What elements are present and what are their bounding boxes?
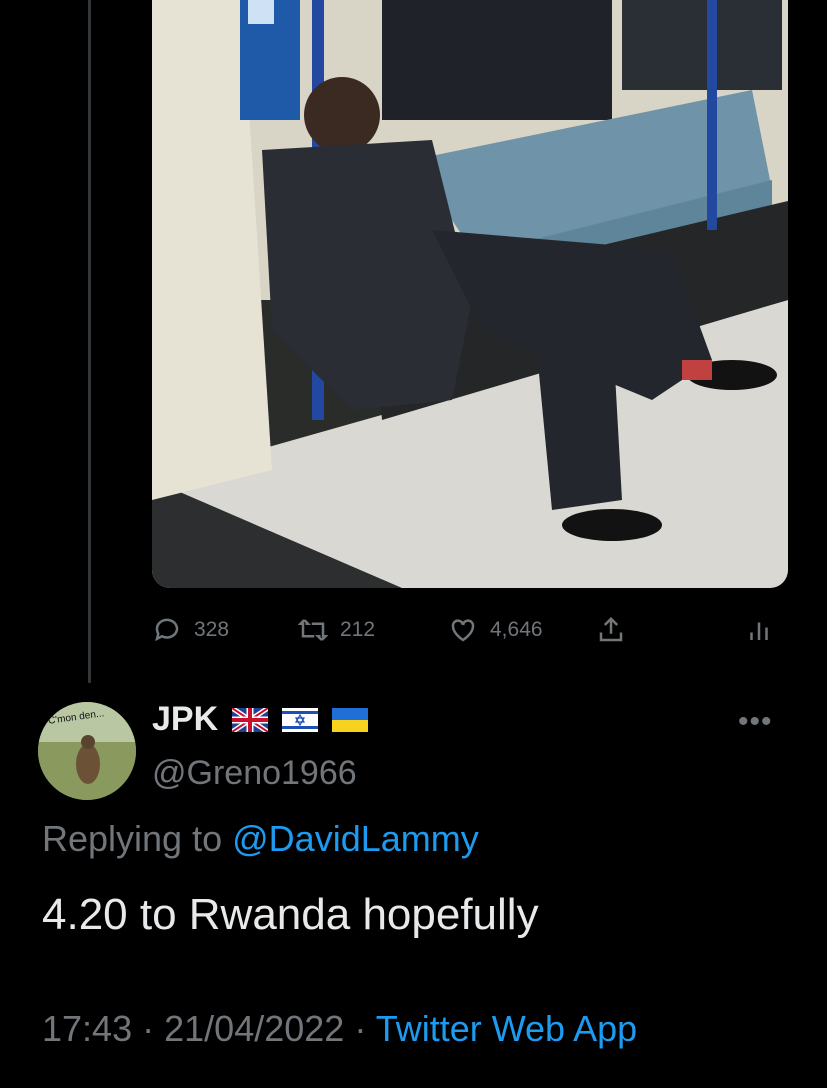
replying-to-line: Replying to @DavidLammy	[42, 818, 479, 860]
tweet-photo[interactable]	[152, 0, 788, 588]
meta-separator: ·	[142, 1008, 155, 1049]
retweet-button[interactable]: 212	[298, 604, 375, 656]
user-handle[interactable]: @Greno1966	[152, 754, 357, 793]
tube-carriage-photo	[152, 0, 788, 588]
tweet-source-link[interactable]: Twitter Web App	[376, 1008, 637, 1049]
analytics-button[interactable]	[744, 604, 774, 656]
thread-connector-line	[88, 0, 91, 683]
like-count: 4,646	[490, 618, 543, 641]
tweet-metadata: 17:43 · 21/04/2022 · Twitter Web App	[42, 1008, 637, 1050]
israel-flag-icon	[282, 707, 319, 732]
tweet-date[interactable]: 21/04/2022	[164, 1008, 344, 1049]
share-icon	[599, 616, 623, 642]
replying-to-mention-link[interactable]: @DavidLammy	[232, 818, 479, 859]
reply-button[interactable]: 328	[152, 604, 229, 656]
heart-icon	[451, 619, 475, 642]
tweet-text: 4.20 to Rwanda hopefully	[42, 890, 539, 939]
tweet-time[interactable]: 17:43	[42, 1008, 132, 1049]
reply-count: 328	[194, 618, 230, 641]
retweet-count: 212	[340, 618, 376, 641]
retweet-icon	[298, 619, 328, 641]
tweet-action-bar: 328 212 4,646	[152, 604, 788, 656]
ukraine-flag-icon	[332, 707, 369, 732]
share-button[interactable]	[596, 604, 626, 656]
avatar[interactable]: C'mon den...	[38, 702, 136, 800]
reply-author-row: JPK	[152, 700, 369, 739]
reply-icon	[155, 618, 179, 642]
more-options-icon[interactable]: •••	[738, 705, 773, 739]
display-name[interactable]: JPK	[152, 700, 218, 739]
replying-to-prefix: Replying to	[42, 818, 223, 859]
uk-flag-icon	[232, 707, 269, 732]
like-button[interactable]: 4,646	[448, 604, 543, 656]
analytics-icon	[750, 622, 768, 640]
meta-separator: ·	[354, 1008, 367, 1049]
